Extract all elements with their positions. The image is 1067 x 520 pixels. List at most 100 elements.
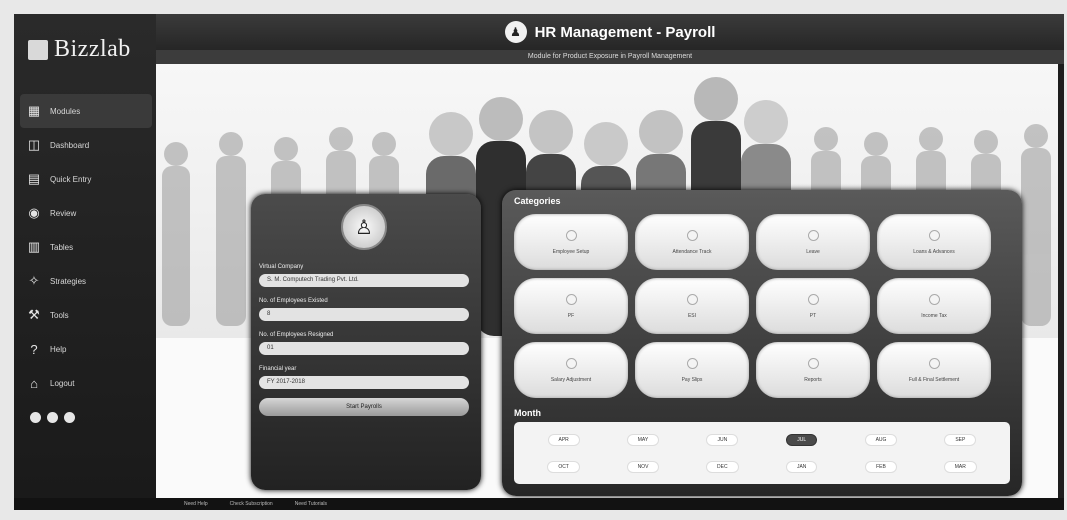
categories-panel: Categories Employee Setup Attendance Tra… bbox=[502, 190, 1022, 496]
header: ♟ HR Management - Payroll bbox=[156, 14, 1064, 50]
month-label: APR bbox=[547, 433, 580, 446]
table-icon: ▥ bbox=[27, 239, 41, 254]
sidebar-item-label: Tools bbox=[50, 310, 69, 320]
category-label: Pay Slips bbox=[681, 376, 703, 383]
category-reports[interactable]: Reports bbox=[756, 342, 870, 398]
month-label: OCT bbox=[547, 460, 580, 473]
sidebar-item-modules[interactable]: ▦ Modules bbox=[20, 94, 152, 128]
category-label: Loans & Advances bbox=[913, 248, 955, 255]
bulb-icon: ✧ bbox=[28, 273, 40, 288]
month-label: AUG bbox=[864, 433, 898, 446]
sidebar-item-label: Strategies bbox=[50, 276, 87, 286]
logo: Bizzlab bbox=[28, 36, 131, 63]
category-icon bbox=[565, 229, 577, 241]
month-jan[interactable]: JAN bbox=[762, 453, 841, 480]
company-field[interactable]: S. M. Computech Trading Pvt. Ltd. bbox=[259, 274, 469, 287]
sidebar-item-label: Logout bbox=[50, 378, 75, 388]
month-label: DEC bbox=[706, 460, 739, 473]
sidebar-item-label: Review bbox=[50, 208, 77, 218]
year-field[interactable]: FY 2017-2018 bbox=[259, 376, 469, 389]
sidebar-item-logout[interactable]: ⌂ Logout bbox=[20, 366, 152, 400]
category-label: Income Tax bbox=[921, 312, 947, 319]
month-jul[interactable]: JUL bbox=[762, 426, 841, 453]
month-jun[interactable]: JUN bbox=[683, 426, 762, 453]
category-icon bbox=[807, 229, 819, 241]
footer-link-help[interactable]: Need Help bbox=[184, 501, 208, 507]
main-content: ♙ Virtual Company S. M. Computech Tradin… bbox=[156, 64, 1058, 498]
category-attendance[interactable]: Attendance Track bbox=[635, 214, 749, 270]
month-dec[interactable]: DEC bbox=[683, 453, 762, 480]
sidebar-item-strategies[interactable]: ✧ Strategies bbox=[20, 264, 152, 298]
month-nov[interactable]: NOV bbox=[603, 453, 682, 480]
sidebar-item-tools[interactable]: ⚒ Tools bbox=[20, 298, 152, 332]
category-icon bbox=[807, 293, 819, 305]
month-may[interactable]: MAY bbox=[603, 426, 682, 453]
category-loans[interactable]: Loans & Advances bbox=[877, 214, 991, 270]
tools-icon: ⚒ bbox=[28, 307, 40, 322]
month-label: JUN bbox=[706, 433, 739, 446]
facebook-icon[interactable] bbox=[30, 412, 41, 423]
month-aug[interactable]: AUG bbox=[841, 426, 920, 453]
sidebar-item-label: Help bbox=[50, 344, 67, 354]
category-label: Full & Final Settlement bbox=[908, 376, 960, 383]
category-icon bbox=[807, 357, 819, 369]
logo-text: Bizzlab bbox=[54, 36, 131, 62]
resigned-field[interactable]: 01 bbox=[259, 342, 469, 355]
year-label: Financial year bbox=[259, 366, 297, 372]
category-label: Reports bbox=[804, 376, 822, 383]
month-title: Month bbox=[514, 408, 541, 418]
category-icon bbox=[928, 229, 940, 241]
sidebar-item-label: Quick Entry bbox=[50, 174, 92, 184]
category-pt[interactable]: PT bbox=[756, 278, 870, 334]
start-payroll-button[interactable]: Start Payrolls bbox=[259, 398, 469, 416]
sidebar-item-dashboard[interactable]: ◫ Dashboard bbox=[20, 128, 152, 162]
pinterest-icon[interactable] bbox=[64, 412, 75, 423]
category-pf[interactable]: PF bbox=[514, 278, 628, 334]
grid-icon: ▦ bbox=[27, 103, 41, 118]
logo-icon bbox=[28, 39, 48, 60]
footer-link-subscription[interactable]: Check Subscription bbox=[230, 501, 273, 507]
month-label: MAY bbox=[626, 433, 660, 446]
category-income-tax[interactable]: Income Tax bbox=[877, 278, 991, 334]
sidebar-item-tables[interactable]: ▥ Tables bbox=[20, 230, 152, 264]
category-label: Salary Adjustment bbox=[550, 376, 592, 383]
month-oct[interactable]: OCT bbox=[524, 453, 603, 480]
month-label: NOV bbox=[626, 460, 660, 473]
month-label: JUL bbox=[786, 433, 818, 446]
category-leave[interactable]: Leave bbox=[756, 214, 870, 270]
footer-link-tutorials[interactable]: Need Tutorials bbox=[295, 501, 327, 507]
employees-field[interactable]: 8 bbox=[259, 308, 469, 321]
sidebar-item-label: Modules bbox=[50, 106, 81, 116]
category-label: Attendance Track bbox=[672, 248, 712, 255]
twitter-icon[interactable] bbox=[47, 412, 58, 423]
category-label: ESI bbox=[687, 312, 697, 319]
sidebar-item-quick-entry[interactable]: ▤ Quick Entry bbox=[20, 162, 152, 196]
month-sep[interactable]: SEP bbox=[921, 426, 1000, 453]
resigned-label: No. of Employees Resigned bbox=[259, 332, 334, 338]
category-full-final[interactable]: Full & Final Settlement bbox=[877, 342, 991, 398]
category-salary-adjustment[interactable]: Salary Adjustment bbox=[514, 342, 628, 398]
sidebar: Bizzlab ▦ Modules ◫ Dashboard ▤ Quick Entry… bbox=[14, 14, 156, 498]
month-label: JAN bbox=[785, 460, 818, 473]
sidebar-item-help[interactable]: ? Help bbox=[20, 332, 152, 366]
category-esi[interactable]: ESI bbox=[635, 278, 749, 334]
eye-icon: ◉ bbox=[28, 205, 40, 220]
category-label: Leave bbox=[806, 248, 820, 255]
category-employee-setup[interactable]: Employee Setup bbox=[514, 214, 628, 270]
sidebar-item-label: Dashboard bbox=[50, 140, 90, 150]
category-label: PT bbox=[809, 312, 817, 319]
category-icon bbox=[928, 293, 940, 305]
month-label: FEB bbox=[865, 460, 897, 473]
month-label: SEP bbox=[944, 433, 977, 446]
help-icon: ? bbox=[30, 341, 38, 357]
month-feb[interactable]: FEB bbox=[841, 453, 920, 480]
category-label: PF bbox=[567, 312, 575, 319]
category-pay-slips[interactable]: Pay Slips bbox=[635, 342, 749, 398]
month-apr[interactable]: APR bbox=[524, 426, 603, 453]
employees-label: No. of Employees Existed bbox=[259, 298, 328, 304]
company-form-panel: ♙ Virtual Company S. M. Computech Tradin… bbox=[251, 194, 481, 490]
category-icon bbox=[686, 293, 698, 305]
month-mar[interactable]: MAR bbox=[921, 453, 1000, 480]
footer-bar: Need Help Check Subscription Need Tutori… bbox=[14, 498, 1064, 510]
sidebar-item-review[interactable]: ◉ Review bbox=[20, 196, 152, 230]
